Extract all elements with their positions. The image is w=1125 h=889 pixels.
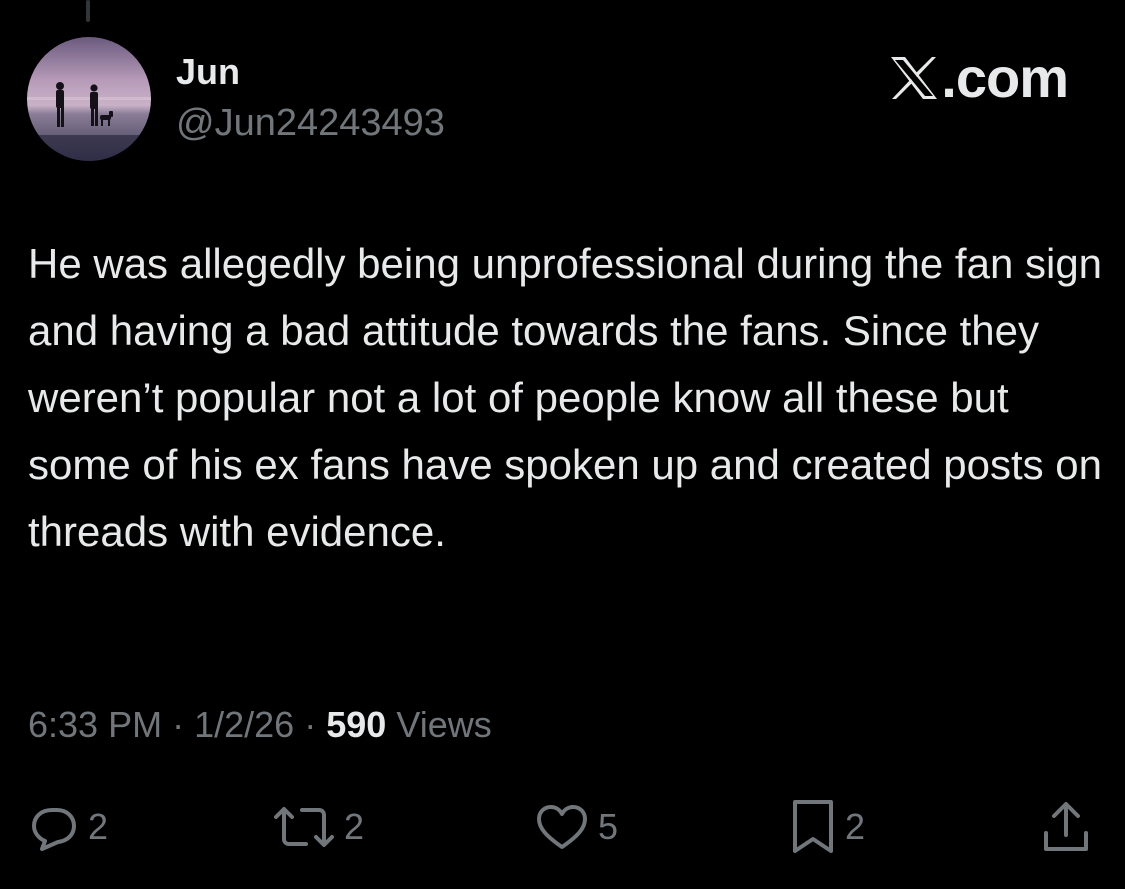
tweet-text: He was allegedly being unprofessional du…	[28, 240, 1103, 555]
reply-icon	[32, 808, 76, 851]
x-logo-icon	[891, 57, 938, 99]
reply-button[interactable]: 2	[28, 798, 108, 856]
share-icon	[1044, 802, 1088, 851]
tweet-metadata: 6:33 PM · 1/2/26 · 590 Views	[28, 704, 492, 746]
tweet-date[interactable]: 1/2/26	[194, 704, 294, 745]
bookmark-button[interactable]: 2	[789, 798, 865, 856]
like-count: 5	[598, 806, 619, 847]
author-display-name[interactable]: Jun	[176, 51, 240, 93]
reply-count: 2	[88, 806, 109, 847]
brand-domain-text: .com	[941, 46, 1069, 109]
views-label: Views	[396, 704, 492, 745]
bookmark-count: 2	[845, 806, 866, 847]
repost-button[interactable]: 2	[272, 798, 364, 856]
heart-icon	[537, 805, 587, 849]
views-count: 590	[326, 704, 387, 745]
author-handle[interactable]: @Jun24243493	[176, 102, 445, 145]
repost-icon	[274, 807, 334, 847]
meta-separator: ·	[304, 704, 317, 745]
avatar[interactable]	[27, 37, 151, 161]
share-button[interactable]	[1040, 798, 1092, 856]
thread-connector-line	[86, 0, 90, 22]
repost-count: 2	[344, 806, 365, 847]
bookmark-icon	[793, 800, 833, 853]
brand-watermark: .com	[889, 46, 1069, 109]
meta-separator: ·	[172, 704, 185, 745]
avatar-image	[27, 37, 151, 161]
tweet-time[interactable]: 6:33 PM	[28, 704, 162, 745]
like-button[interactable]: 5	[534, 798, 618, 856]
